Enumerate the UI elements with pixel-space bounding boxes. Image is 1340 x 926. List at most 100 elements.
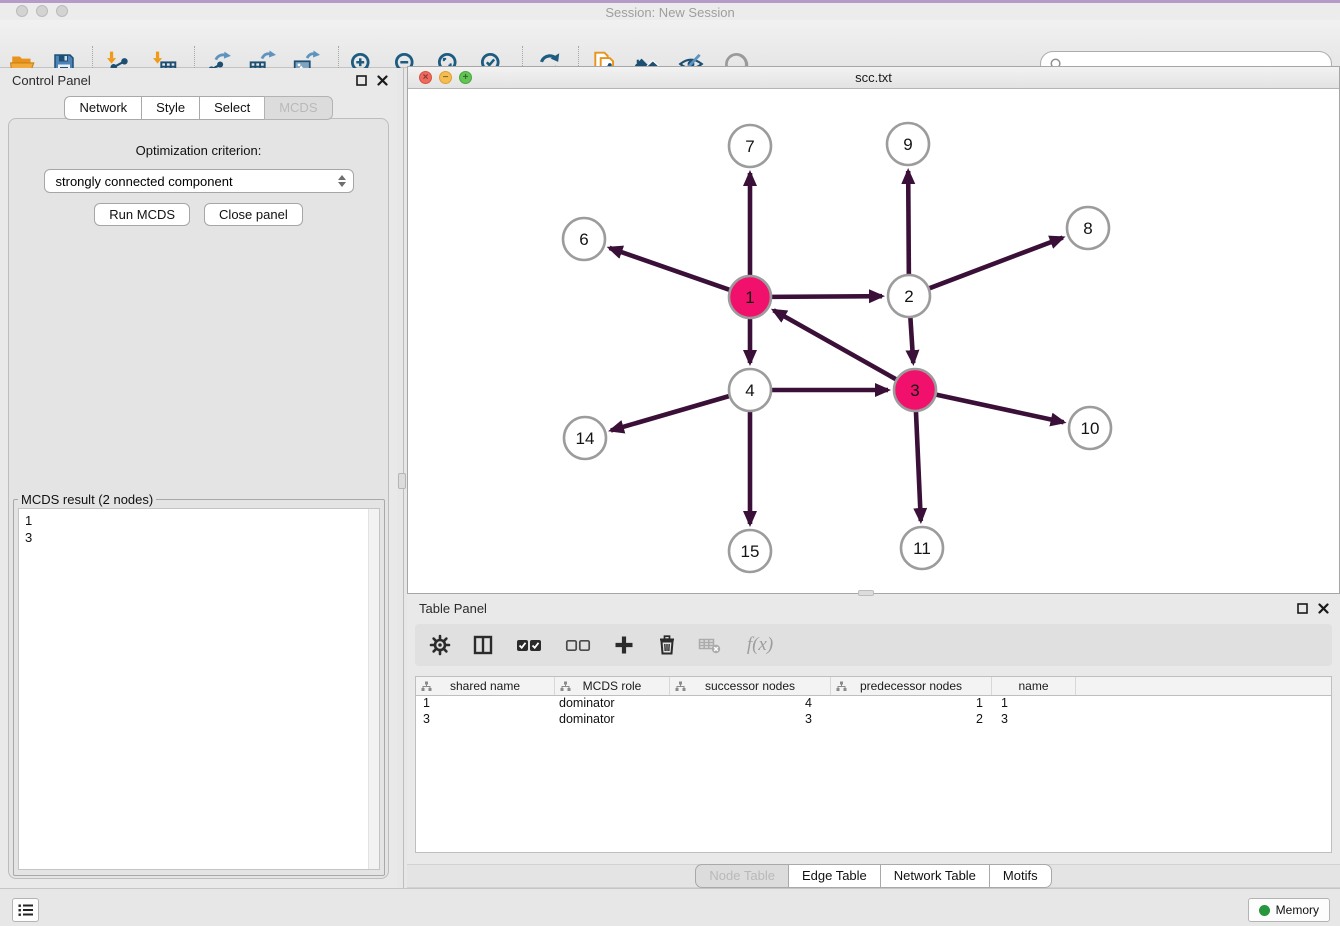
checked-boxes-icon (516, 638, 542, 652)
graph-node-9[interactable]: 9 (887, 123, 929, 165)
column-header-successor-nodes[interactable]: successor nodes (670, 677, 831, 695)
tab-node-table[interactable]: Node Table (695, 864, 788, 888)
tab-edge-table[interactable]: Edge Table (788, 864, 880, 888)
table-row[interactable]: 1 dominator 4 1 1 (416, 696, 1331, 712)
graph-node-1[interactable]: 1 (729, 276, 771, 318)
graph-node-7[interactable]: 7 (729, 125, 771, 167)
splitter-grip[interactable] (398, 473, 406, 489)
mcds-result-textarea[interactable]: 1 3 (18, 508, 380, 870)
tab-style[interactable]: Style (141, 96, 199, 120)
column-header-predecessor-nodes[interactable]: predecessor nodes (831, 677, 992, 695)
function-builder-button[interactable]: f(x) (740, 632, 780, 658)
graph-node-3[interactable]: 3 (894, 369, 936, 411)
application-window: Session: New Session (0, 0, 1340, 926)
svg-text:8: 8 (1083, 219, 1092, 238)
node-table: shared name MCDS role successor nodes pr… (415, 676, 1332, 853)
graph-edge-4-14[interactable] (611, 396, 730, 431)
table-settings-button[interactable] (427, 632, 453, 658)
svg-text:7: 7 (745, 137, 754, 156)
mcds-result-line: 1 (25, 512, 379, 529)
mcds-result-group: MCDS result (2 nodes) 1 3 (13, 492, 385, 876)
trash-icon (656, 634, 678, 656)
window-titlebar: Session: New Session (0, 3, 1340, 20)
svg-text:15: 15 (741, 542, 760, 561)
table-header-row: shared name MCDS role successor nodes pr… (416, 677, 1331, 696)
graph-node-4[interactable]: 4 (729, 369, 771, 411)
svg-text:2: 2 (904, 287, 913, 306)
delete-column-button[interactable] (654, 632, 680, 658)
graph-edge-2-8[interactable] (929, 238, 1063, 289)
close-panel-button[interactable]: Close panel (204, 203, 303, 226)
network-window-titlebar[interactable]: × − + scc.txt (408, 67, 1339, 89)
add-column-button[interactable] (611, 632, 637, 658)
memory-button[interactable]: Memory (1248, 898, 1330, 922)
graph-edge-2-9[interactable] (908, 171, 909, 275)
fx-icon: f(x) (747, 634, 773, 656)
tab-mcds[interactable]: MCDS (264, 96, 332, 120)
hierarchy-icon (560, 681, 571, 692)
table-panel: Table Panel (407, 596, 1340, 888)
svg-text:1: 1 (745, 288, 754, 307)
panel-splitter-vertical[interactable] (397, 68, 407, 888)
float-panel-icon[interactable] (353, 73, 369, 87)
tab-motifs[interactable]: Motifs (989, 864, 1052, 888)
svg-text:9: 9 (903, 135, 912, 154)
split-columns-icon (472, 634, 494, 656)
close-panel-icon[interactable] (374, 73, 390, 87)
tab-network[interactable]: Network (64, 96, 141, 120)
svg-text:4: 4 (745, 381, 754, 400)
table-toolbar: f(x) (415, 624, 1332, 666)
mcds-result-line: 3 (25, 529, 379, 546)
mcds-panel: Optimization criterion: strongly connect… (8, 118, 389, 879)
table-row[interactable]: 3 dominator 3 2 3 (416, 712, 1331, 728)
graph-edge-3-10[interactable] (936, 394, 1064, 422)
graph-node-11[interactable]: 11 (901, 527, 943, 569)
graph-node-14[interactable]: 14 (564, 417, 606, 459)
control-panel-titlebar: Control Panel (0, 68, 397, 92)
graph-node-8[interactable]: 8 (1067, 207, 1109, 249)
optimization-criterion-value: strongly connected component (56, 174, 233, 189)
column-header-shared-name[interactable]: shared name (416, 677, 555, 695)
column-header-name[interactable]: name (992, 677, 1076, 695)
svg-text:10: 10 (1081, 419, 1100, 438)
tab-network-table[interactable]: Network Table (880, 864, 989, 888)
graph-node-10[interactable]: 10 (1069, 407, 1111, 449)
graph-edge-2-3[interactable] (910, 317, 913, 363)
delete-table-button[interactable] (697, 632, 723, 658)
graph-edge-3-1[interactable] (774, 310, 897, 379)
table-tabs-strip: Node Table Edge Table Network Table Moti… (407, 864, 1340, 888)
network-view-window: × − + scc.txt 1 2 3 4 6 7 8 9 10 11 14 15 (407, 66, 1340, 594)
hierarchy-icon (421, 681, 432, 692)
toggle-column-panel-button[interactable] (470, 632, 496, 658)
hierarchy-icon (836, 681, 847, 692)
float-panel-icon[interactable] (1294, 601, 1310, 615)
delete-table-icon (698, 634, 722, 656)
tab-select[interactable]: Select (199, 96, 264, 120)
main-toolbar (0, 20, 1340, 68)
status-bar: Memory (0, 888, 1340, 926)
graph-node-15[interactable]: 15 (729, 530, 771, 572)
networks-list-button[interactable] (12, 898, 39, 922)
column-header-mcds-role[interactable]: MCDS role (555, 677, 670, 695)
unchecked-boxes-icon (565, 638, 591, 652)
graph-edge-3-11[interactable] (916, 411, 921, 521)
svg-text:3: 3 (910, 381, 919, 400)
table-panel-title: Table Panel (419, 601, 487, 616)
control-panel: Control Panel Network Style Select MCDS … (0, 68, 397, 888)
graph-edge-1-2[interactable] (771, 296, 882, 297)
graph-edge-1-6[interactable] (609, 248, 730, 290)
run-mcds-button[interactable]: Run MCDS (94, 203, 190, 226)
graph-edges (609, 171, 1063, 524)
select-all-button[interactable] (513, 632, 545, 658)
svg-text:14: 14 (576, 429, 595, 448)
close-panel-icon[interactable] (1315, 601, 1331, 615)
optimization-criterion-select[interactable]: strongly connected component (44, 169, 354, 193)
hierarchy-icon (675, 681, 686, 692)
graph-node-6[interactable]: 6 (563, 218, 605, 260)
control-panel-title: Control Panel (12, 73, 91, 88)
memory-status-dot (1259, 905, 1270, 916)
deselect-all-button[interactable] (562, 632, 594, 658)
network-canvas[interactable]: 1 2 3 4 6 7 8 9 10 11 14 15 (408, 89, 1339, 593)
graph-node-2[interactable]: 2 (888, 275, 930, 317)
result-scrollbar[interactable] (368, 509, 379, 869)
